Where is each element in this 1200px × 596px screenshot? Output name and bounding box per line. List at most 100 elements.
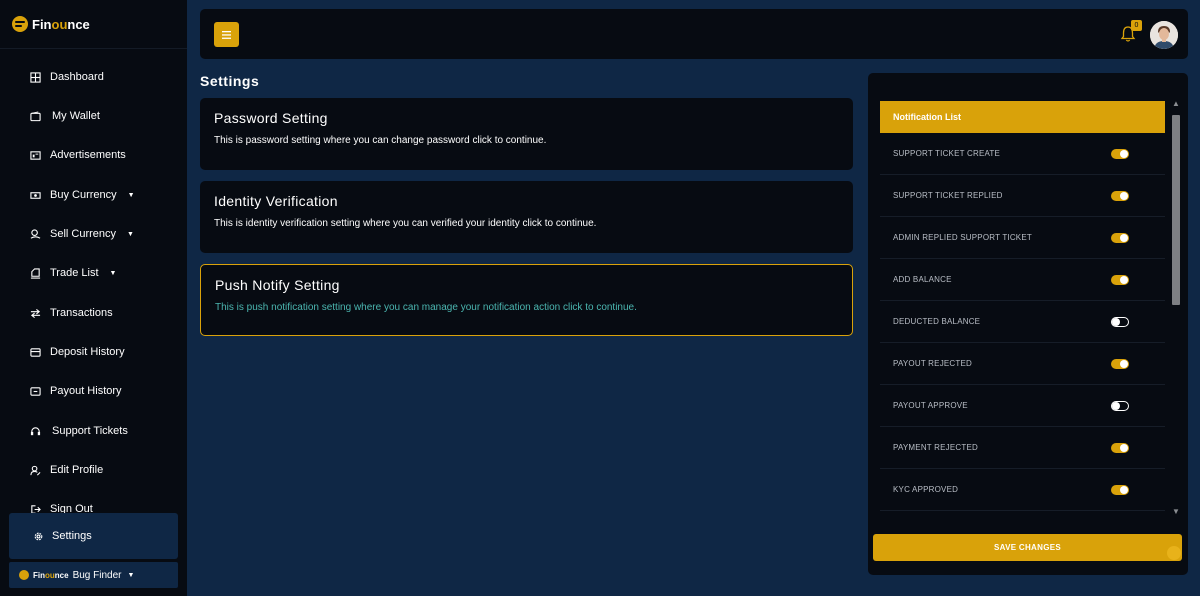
notification-toggle[interactable] <box>1111 190 1129 201</box>
transactions-icon <box>30 308 41 319</box>
sidebar-item-label: Trade List <box>50 267 99 279</box>
top-bar: 0 <box>200 9 1188 59</box>
notification-toggle[interactable] <box>1111 400 1129 411</box>
password-setting-card[interactable]: Password Setting This is password settin… <box>200 98 853 170</box>
payout-history-icon <box>30 386 41 397</box>
toggle-knob <box>1120 233 1128 242</box>
notification-label: ADMIN REPLIED SUPPORT TICKET <box>893 233 1032 242</box>
gear-icon <box>33 531 44 542</box>
notification-row: PAYOUT APPROVE <box>880 385 1165 427</box>
notification-row: PAYOUT REJECTED <box>880 343 1165 385</box>
sidebar-item-buy-currency[interactable]: Buy Currency ▼ <box>30 185 135 205</box>
sidebar-item-dashboard[interactable]: Dashboard <box>30 67 104 87</box>
chevron-up-icon[interactable]: ▲ <box>1172 99 1180 108</box>
sidebar-item-label: Advertisements <box>50 149 126 161</box>
hamburger-icon <box>222 30 231 39</box>
toggle-knob <box>1120 149 1128 158</box>
sell-currency-icon <box>30 228 41 240</box>
push-notify-setting-card[interactable]: Push Notify Setting This is push notific… <box>200 264 853 336</box>
edit-profile-icon <box>30 465 41 476</box>
card-title: Identity Verification <box>214 193 338 209</box>
notification-list-scrollbar[interactable]: ▲ ▼ <box>1170 99 1182 519</box>
sidebar-item-deposit-history[interactable]: Deposit History <box>30 342 125 362</box>
user-menu[interactable]: Finounce Bug Finder ▼ <box>9 562 178 588</box>
notification-label: SUPPORT TICKET CREATE <box>893 149 1001 158</box>
brand-mark-icon <box>19 570 29 580</box>
notification-toggle[interactable] <box>1111 442 1129 453</box>
chevron-down-icon: ▼ <box>127 571 135 579</box>
sidebar-item-transactions[interactable]: Transactions <box>30 303 113 323</box>
user-menu-brand-accent: ou <box>45 570 55 580</box>
sidebar-item-label: Buy Currency <box>50 189 117 201</box>
brand-logo[interactable]: Finounce <box>12 14 90 34</box>
notification-label: PAYOUT APPROVE <box>893 401 968 410</box>
trade-list-icon <box>30 267 41 279</box>
wallet-icon <box>30 110 41 122</box>
sidebar-item-sell-currency[interactable]: Sell Currency ▼ <box>30 224 134 244</box>
brand-name-accent: ou <box>51 16 68 32</box>
card-description: This is push notification setting where … <box>215 302 637 313</box>
user-menu-brand: Finounce <box>33 571 69 580</box>
brand-divider <box>0 48 187 49</box>
toggle-knob <box>1120 275 1128 284</box>
identity-verification-card[interactable]: Identity Verification This is identity v… <box>200 181 853 253</box>
notification-row: SUPPORT TICKET REPLIED <box>880 175 1165 217</box>
sidebar-item-trade-list[interactable]: Trade List ▼ <box>30 263 116 283</box>
sidebar-item-label: Transactions <box>50 307 113 319</box>
toggle-knob <box>1120 359 1128 368</box>
toggle-knob <box>1120 443 1128 452</box>
brand-name-suffix: nce <box>67 16 90 32</box>
sidebar-item-label: Payout History <box>50 385 122 397</box>
notification-row: KYC APPROVED <box>880 469 1165 511</box>
notification-toggle[interactable] <box>1111 148 1129 159</box>
notification-row: DEDUCTED BALANCE <box>880 301 1165 343</box>
buy-currency-icon <box>30 190 41 201</box>
notification-label: KYC APPROVED <box>893 485 959 494</box>
sidebar-item-advertisements[interactable]: Advertisements <box>30 145 126 165</box>
sidebar-item-support-tickets[interactable]: Support Tickets <box>30 421 128 441</box>
card-description: This is identity verification setting wh… <box>214 218 597 229</box>
toggle-knob <box>1120 485 1128 494</box>
sidebar-item-settings[interactable]: Settings <box>9 513 178 559</box>
sidebar-item-label: My Wallet <box>52 110 100 122</box>
notification-toggle[interactable] <box>1111 358 1129 369</box>
page-title: Settings <box>200 73 260 89</box>
menu-toggle-button[interactable] <box>214 22 239 47</box>
sidebar-item-label: Support Tickets <box>52 425 128 437</box>
notification-label: DEDUCTED BALANCE <box>893 317 981 326</box>
user-menu-brand-prefix: Fin <box>33 570 45 580</box>
sidebar-item-payout-history[interactable]: Payout History <box>30 381 122 401</box>
notification-row: SUPPORT TICKET CREATE <box>880 133 1165 175</box>
scrollbar-thumb[interactable] <box>1172 115 1180 305</box>
notification-label: PAYOUT REJECTED <box>893 359 973 368</box>
user-avatar-image <box>1150 21 1178 49</box>
sidebar-item-my-wallet[interactable]: My Wallet <box>30 106 100 126</box>
sidebar-item-label: Settings <box>52 530 92 542</box>
brand-name: Finounce <box>32 17 90 32</box>
chat-bubble-icon[interactable] <box>1167 546 1181 560</box>
brand-name-prefix: Fin <box>32 16 52 32</box>
notification-toggle[interactable] <box>1111 232 1129 243</box>
card-description: This is password setting where you can c… <box>214 135 547 146</box>
notification-toggle[interactable] <box>1111 274 1129 285</box>
sidebar-item-label: Sell Currency <box>50 228 117 240</box>
advertisement-icon <box>30 150 41 161</box>
sidebar-item-label: Edit Profile <box>50 464 104 476</box>
save-changes-button[interactable]: SAVE CHANGES <box>873 534 1182 561</box>
notification-toggle[interactable] <box>1111 316 1129 327</box>
chevron-down-icon: ▼ <box>127 191 135 199</box>
chevron-down-icon: ▼ <box>109 269 117 277</box>
chevron-down-icon: ▼ <box>127 230 134 238</box>
notification-toggle[interactable] <box>1111 484 1129 495</box>
user-name: Bug Finder <box>72 569 122 581</box>
notification-label: SUPPORT TICKET REPLIED <box>893 191 1003 200</box>
deposit-history-icon <box>30 347 41 358</box>
sidebar-item-edit-profile[interactable]: Edit Profile <box>30 460 103 480</box>
toggle-knob <box>1120 191 1128 200</box>
chevron-down-icon[interactable]: ▼ <box>1172 507 1180 516</box>
toggle-knob <box>1112 401 1120 410</box>
notification-row: ADD BALANCE <box>880 259 1165 301</box>
notification-list-header: Notification List <box>880 101 1165 133</box>
avatar[interactable] <box>1150 21 1178 49</box>
toggle-knob <box>1112 317 1120 326</box>
